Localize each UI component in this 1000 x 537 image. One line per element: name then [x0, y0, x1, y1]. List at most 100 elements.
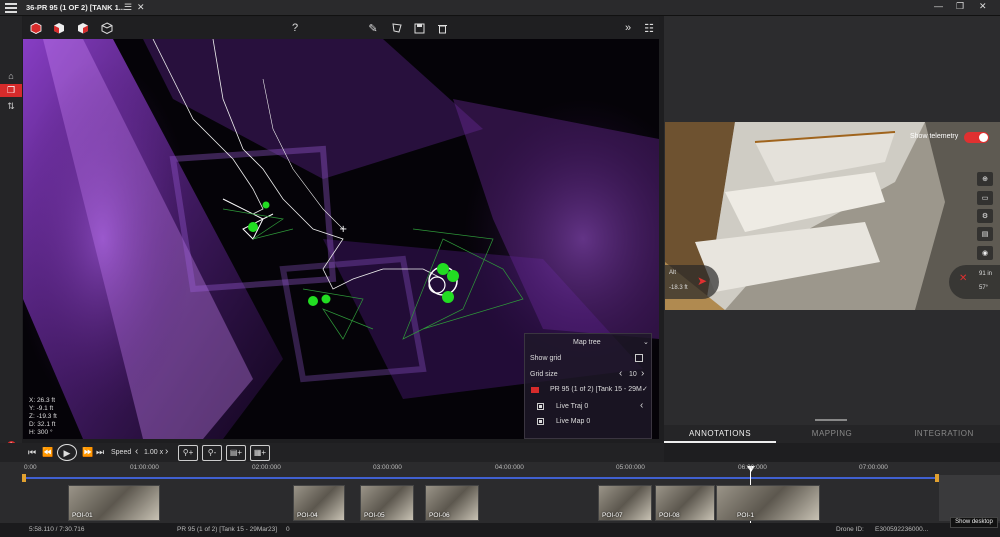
status-zero: 0 [286, 526, 290, 533]
heading-arrow-icon: ➤ [697, 274, 708, 288]
poi-label: POI-04 [297, 512, 318, 519]
poi-thumbnail[interactable]: POI-1 [716, 485, 820, 521]
copy-icon[interactable]: ❐ [0, 84, 22, 97]
drone-attitude-icon: ✕ [959, 273, 968, 284]
clipboard-icon[interactable]: ▤ [977, 227, 993, 241]
dataset-check-icon[interactable]: ✓ [642, 385, 648, 393]
coord-d: D: 32.1 ft [29, 421, 56, 428]
svg-text:+: + [339, 224, 347, 235]
grid-size-label: Grid size [530, 371, 558, 378]
polygon-icon[interactable] [389, 20, 405, 36]
telemetry-toggle[interactable] [964, 132, 989, 143]
poi-thumbnail[interactable]: POI-05 [360, 485, 414, 521]
tab-integration[interactable]: INTEGRATION [888, 425, 1000, 443]
tick-7: 07:00:000 [859, 464, 888, 471]
coord-y: Y: -9.1 ft [29, 405, 54, 412]
close-button[interactable]: ✕ [979, 1, 987, 12]
tab-bar: ANNOTATIONS MAPPING INTEGRATION [664, 425, 1000, 443]
speed-increase-icon[interactable]: › [165, 446, 168, 457]
tick-2: 02:00:000 [252, 464, 281, 471]
poi-marker[interactable] [308, 296, 318, 306]
battery-icon[interactable]: ▭ [977, 191, 993, 205]
settings-sliders-icon[interactable]: ☷ [641, 20, 657, 36]
poi-label: POI-1 [737, 512, 754, 519]
live-map-label: Live Map 0 [556, 418, 591, 425]
skip-end-icon[interactable]: ⏭ [96, 447, 104, 458]
poi-marker[interactable] [262, 201, 270, 209]
map-tree-panel: Map tree ⌄ Show grid Grid size ‹ 10 › PR… [524, 333, 652, 439]
poi-marker[interactable] [447, 270, 459, 282]
live-map-checkbox[interactable] [537, 418, 544, 425]
tick-1: 01:00:000 [130, 464, 159, 471]
poi-thumbnail[interactable]: POI-04 [293, 485, 345, 521]
coord-h: H: 300 ° [29, 429, 53, 436]
help-toolbar-icon[interactable]: ? [287, 20, 303, 36]
poi-marker[interactable] [437, 263, 449, 275]
cube-outline-icon[interactable] [99, 20, 115, 36]
drone-icon[interactable]: ⚙ [977, 209, 993, 223]
dataset-label[interactable]: PR 95 (1 of 2) [Tank 15 - 29Mar2 [550, 386, 642, 393]
left-sidebar: ⌂ ❐ ⇅ 6 [0, 16, 22, 459]
panel-resize-handle[interactable] [815, 419, 847, 421]
status-bar: 5:58.110 / 7:30.716 PR 95 (1 of 2) [Tank… [0, 523, 1000, 537]
play-button[interactable]: ▶ [57, 444, 77, 461]
poi-thumbnail[interactable]: POI-06 [425, 485, 479, 521]
camera-feed[interactable]: Show telemetry Alt -18.3 ft ➤ ✕ 91 in 57… [665, 122, 1000, 310]
poi-label: POI-07 [602, 512, 623, 519]
speed-value: 1.00 x [144, 449, 164, 456]
drone-id-value: E300592236000... [875, 526, 929, 533]
tab-close-icon[interactable]: ✕ [137, 2, 145, 13]
status-dataset: PR 95 (1 of 2) [Tank 15 - 29Mar23] [177, 526, 278, 533]
map-tree-title[interactable]: Map tree [573, 339, 601, 346]
step-back-icon[interactable]: ⏪ [42, 447, 53, 458]
alt-value: -18.3 ft [669, 285, 688, 291]
grid-increase-icon[interactable]: › [641, 368, 644, 379]
right-value-1: 91 in [979, 271, 993, 277]
maximize-button[interactable]: ❐ [956, 1, 964, 12]
poi-thumbnail[interactable]: POI-08 [655, 485, 715, 521]
tab-title[interactable]: 36-PR 95 (1 OF 2) [TANK 1... [26, 3, 125, 12]
alt-label: Alt [669, 270, 677, 276]
minimize-button[interactable]: — [934, 1, 943, 11]
tick-6: 06:00:000 [738, 464, 767, 471]
add-grid-icon[interactable]: ▦+ [250, 445, 270, 461]
save-icon[interactable] [411, 20, 427, 36]
timeline-future-region [939, 475, 1000, 521]
chevron-down-icon[interactable]: ⌄ [643, 338, 649, 346]
timeline-start-marker[interactable] [22, 474, 26, 482]
add-poi-icon[interactable]: ⚲+ [178, 445, 198, 461]
dataset-red-icon[interactable] [531, 387, 539, 393]
trash-icon[interactable] [434, 20, 450, 36]
cube-red-front-icon[interactable] [51, 20, 67, 36]
tab-list-icon[interactable]: ☰ [124, 2, 132, 13]
step-forward-icon[interactable]: ⏩ [82, 447, 93, 458]
poi-marker[interactable] [442, 291, 454, 303]
tab-annotations[interactable]: ANNOTATIONS [664, 425, 776, 443]
zoom-icon[interactable]: ⊕ [977, 172, 993, 186]
tab-mapping[interactable]: MAPPING [776, 425, 888, 443]
add-document-icon[interactable]: ▤+ [226, 445, 246, 461]
poi-thumbnail[interactable]: POI-07 [598, 485, 652, 521]
show-grid-checkbox[interactable] [635, 354, 643, 362]
cube-red-icon[interactable] [28, 20, 44, 36]
home-icon[interactable]: ⌂ [3, 69, 19, 82]
poi-thumbnail[interactable]: POI-01 [68, 485, 160, 521]
sort-icon[interactable]: ⇅ [3, 100, 19, 113]
live-traj-checkbox[interactable] [537, 403, 544, 410]
speed-decrease-icon[interactable]: ‹ [135, 446, 138, 457]
hamburger-icon[interactable] [5, 3, 17, 13]
poi-marker[interactable] [248, 222, 258, 232]
coordinates-readout: X: 26.3 ft Y: -9.1 ft Z: -19.3 ft D: 32.… [29, 397, 57, 437]
remove-poi-icon[interactable]: ⚲- [202, 445, 222, 461]
chevron-left-icon[interactable]: ‹ [640, 400, 643, 411]
double-chevron-icon[interactable]: » [620, 20, 636, 36]
live-traj-label: Live Traj 0 [556, 403, 589, 410]
grid-decrease-icon[interactable]: ‹ [619, 368, 622, 379]
timeline-track[interactable] [24, 477, 939, 479]
cube-red-side-icon[interactable] [75, 20, 91, 36]
skip-start-icon[interactable]: ⏮ [28, 447, 36, 458]
camera-icon[interactable]: ◉ [977, 246, 993, 260]
show-desktop-tooltip[interactable]: Show desktop [950, 517, 998, 528]
poi-marker[interactable] [321, 294, 331, 304]
pencil-icon[interactable]: ✎ [365, 20, 381, 36]
